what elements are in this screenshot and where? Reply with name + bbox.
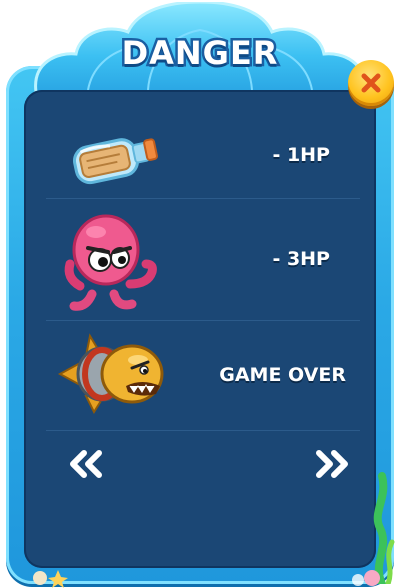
starfish-decoration [33, 570, 68, 588]
pink-octopus-icon [64, 214, 157, 311]
next-page-button[interactable] [312, 447, 352, 481]
close-x-icon [361, 73, 381, 93]
row-label-piranha: GAME OVER [219, 364, 346, 386]
danger-row-piranha: GAME OVER [46, 320, 360, 431]
close-button[interactable] [348, 60, 394, 106]
coral-decoration [352, 570, 380, 586]
danger-row-bottle: - 1HP [46, 112, 360, 199]
double-chevron-left-icon [70, 450, 102, 478]
danger-row-octopus: - 3HP [46, 198, 360, 321]
previous-page-button[interactable] [66, 447, 106, 481]
double-chevron-right-icon [316, 450, 348, 478]
message-bottle-icon [73, 138, 158, 185]
row-label-bottle: - 1HP [272, 144, 330, 166]
armored-piranha-fish-icon [57, 333, 164, 415]
dialog-title: DANGER [119, 32, 280, 75]
row-label-octopus: - 3HP [272, 248, 330, 270]
